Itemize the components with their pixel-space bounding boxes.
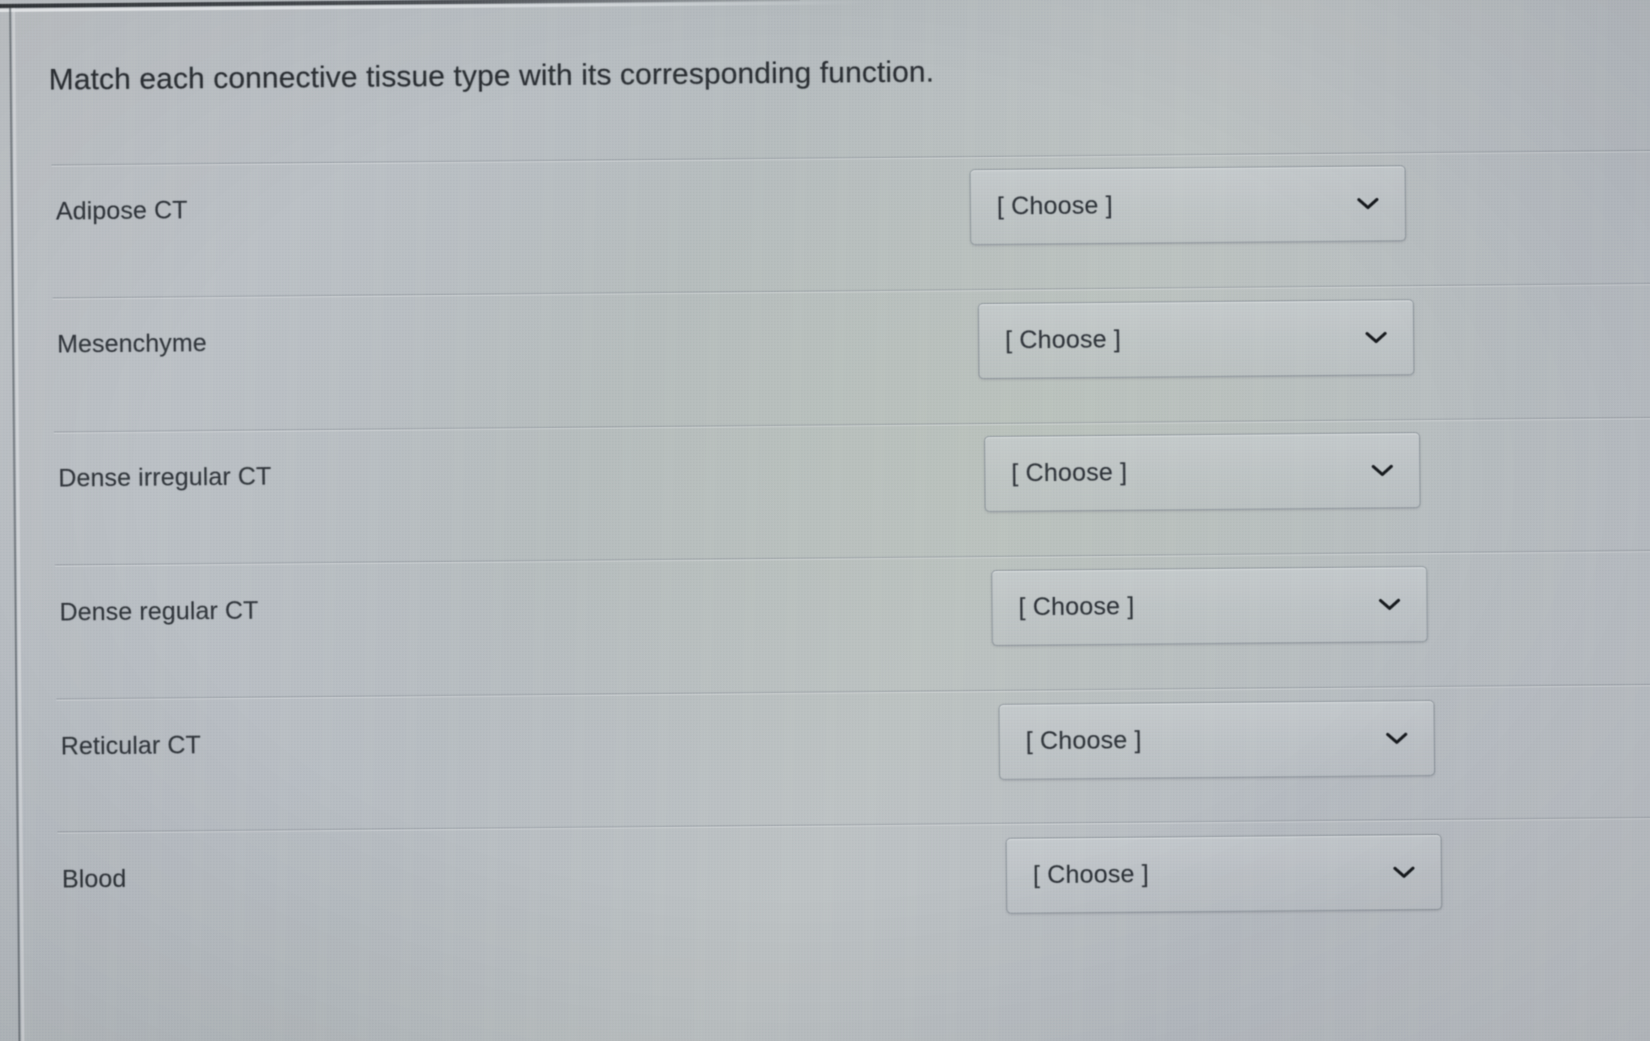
matching-answer-selected-value: [ Choose ]: [1018, 592, 1135, 622]
matching-term-label: Dense regular CT: [59, 596, 259, 627]
matching-answer-selected-value: [ Choose ]: [1005, 325, 1122, 355]
chevron-down-icon: [1357, 196, 1379, 210]
chevron-down-icon: [1371, 463, 1393, 477]
table-row: Blood [ Choose ]: [0, 0, 1650, 914]
matching-answer-select[interactable]: [ Choose ]: [977, 299, 1415, 380]
matching-answer-selected-value: [ Choose ]: [1025, 726, 1142, 756]
matching-answer-select[interactable]: [ Choose ]: [991, 566, 1428, 647]
matching-term-label: Blood: [61, 864, 127, 894]
matching-term-label: Mesenchyme: [57, 329, 207, 359]
matching-answer-select[interactable]: [ Choose ]: [969, 165, 1407, 246]
row-divider: [57, 816, 1650, 833]
chevron-down-icon: [1365, 330, 1387, 344]
matching-term-label: Adipose CT: [55, 196, 188, 226]
row-divider: [56, 683, 1650, 700]
matching-answer-selected-value: [ Choose ]: [1011, 458, 1128, 488]
chevron-down-icon: [1386, 731, 1408, 745]
matching-answer-select[interactable]: [ Choose ]: [998, 700, 1436, 780]
matching-term-label: Dense irregular CT: [58, 462, 272, 493]
row-divider: [52, 282, 1650, 299]
matching-answer-selected-value: [ Choose ]: [1032, 860, 1150, 890]
chevron-down-icon: [1393, 865, 1415, 879]
matching-answer-select[interactable]: [ Choose ]: [1005, 833, 1443, 914]
matching-answer-selected-value: [ Choose ]: [996, 191, 1113, 221]
page-content: Match each connective tissue type with i…: [0, 0, 1650, 1041]
row-divider: [51, 149, 1650, 166]
screenshot-root: Match each connective tissue type with i…: [0, 0, 1650, 1041]
matching-term-label: Reticular CT: [60, 731, 202, 761]
chevron-down-icon: [1378, 597, 1401, 611]
row-divider: [53, 416, 1650, 433]
matching-answer-select[interactable]: [ Choose ]: [983, 432, 1421, 513]
row-divider: [55, 549, 1650, 566]
